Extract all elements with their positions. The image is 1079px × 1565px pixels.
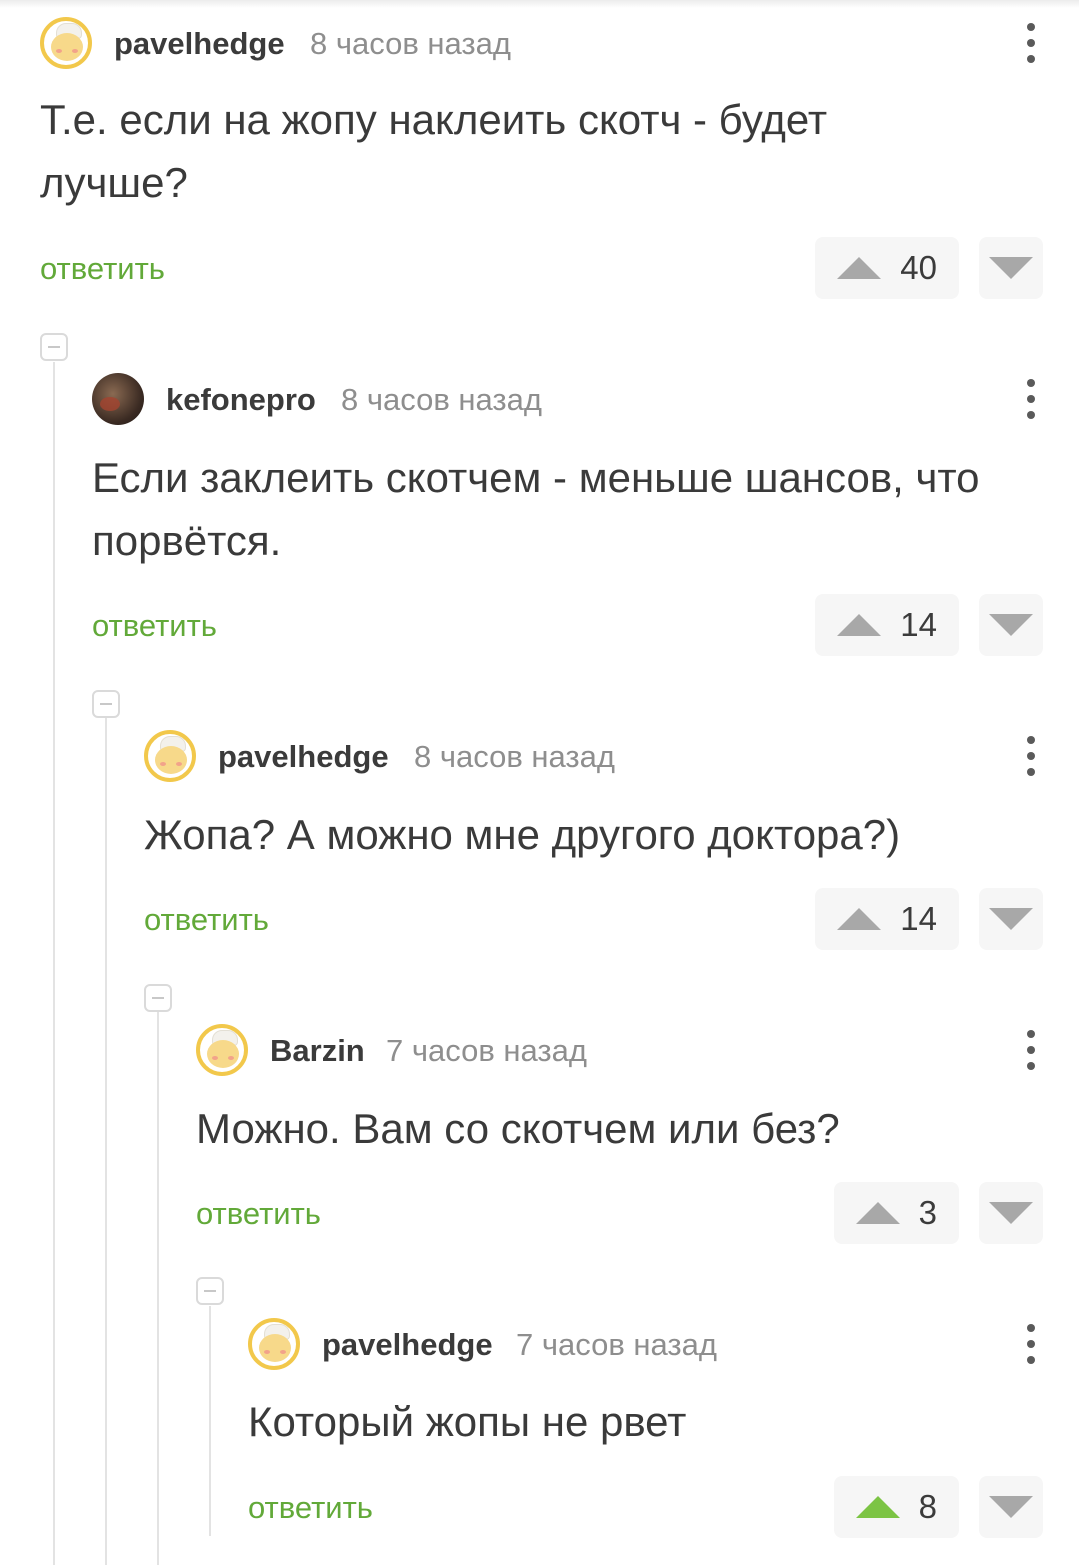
vote-score: 14	[900, 606, 937, 643]
downvote-button[interactable]	[979, 888, 1043, 950]
comment-header: pavelhedge 8 часов назад	[40, 15, 1043, 71]
timestamp[interactable]: 7 часов назад	[386, 1033, 587, 1069]
downvote-arrow-icon	[989, 614, 1033, 636]
avatar[interactable]	[248, 1318, 300, 1370]
more-options-icon[interactable]	[1019, 19, 1043, 67]
comment-header: pavelhedge 8 часов назад	[144, 728, 1043, 784]
upvote-arrow-icon	[856, 1202, 900, 1224]
comment-header: Barzin 7 часов назад	[196, 1022, 1043, 1078]
more-options-icon[interactable]	[1019, 1320, 1043, 1368]
downvote-button[interactable]	[979, 1476, 1043, 1538]
avatar[interactable]	[92, 373, 144, 425]
upvote-button[interactable]: 14	[815, 888, 959, 950]
reply-button[interactable]: ответить	[92, 608, 217, 644]
username[interactable]: pavelhedge	[322, 1327, 493, 1363]
timestamp[interactable]: 8 часов назад	[341, 382, 542, 418]
upvote-button[interactable]: 3	[834, 1182, 959, 1244]
collapse-thread-button[interactable]	[92, 690, 120, 718]
comment-header: pavelhedge 7 часов назад	[248, 1316, 1043, 1372]
comment: pavelhedge 8 часов назад Жопа? А можно м…	[144, 728, 1043, 958]
downvote-arrow-icon	[989, 1496, 1033, 1518]
more-options-icon[interactable]	[1019, 732, 1043, 780]
avatar[interactable]	[196, 1024, 248, 1076]
upvote-button[interactable]: 14	[815, 594, 959, 656]
upvote-arrow-icon	[837, 614, 881, 636]
thread-line	[209, 1306, 211, 1536]
upvote-arrow-icon	[837, 908, 881, 930]
username[interactable]: Barzin	[270, 1033, 365, 1069]
collapse-thread-button[interactable]	[196, 1277, 224, 1305]
comment-header: kefonepro 8 часов назад	[92, 371, 1043, 427]
username[interactable]: pavelhedge	[114, 26, 285, 62]
username[interactable]: pavelhedge	[218, 739, 389, 775]
timestamp[interactable]: 8 часов назад	[414, 739, 615, 775]
downvote-button[interactable]	[979, 1182, 1043, 1244]
reply-button[interactable]: ответить	[144, 902, 269, 938]
comment-text: Который жопы не рвет	[248, 1398, 687, 1445]
upvote-button[interactable]: 40	[815, 237, 959, 299]
comment: pavelhedge 8 часов назад Т.е. если на жо…	[40, 15, 1043, 305]
collapse-thread-button[interactable]	[40, 333, 68, 361]
downvote-arrow-icon	[989, 257, 1033, 279]
comment-text: Можно. Вам со скотчем или без?	[196, 1105, 840, 1152]
reply-button[interactable]: ответить	[40, 251, 165, 287]
comment-text: Т.е. если на жопу наклеить скотч - будет…	[40, 96, 828, 206]
timestamp[interactable]: 8 часов назад	[310, 26, 511, 62]
vote-score: 40	[900, 249, 937, 286]
reply-button[interactable]: ответить	[248, 1490, 373, 1526]
comment-text: Жопа? А можно мне другого доктора?)	[144, 811, 901, 858]
comment: kefonepro 8 часов назад Если заклеить ск…	[92, 371, 1043, 661]
username[interactable]: kefonepro	[166, 382, 316, 418]
downvote-arrow-icon	[989, 1202, 1033, 1224]
more-options-icon[interactable]	[1019, 375, 1043, 423]
more-options-icon[interactable]	[1019, 1026, 1043, 1074]
comment: pavelhedge 7 часов назад Который жопы не…	[248, 1316, 1043, 1546]
collapse-thread-button[interactable]	[144, 984, 172, 1012]
thread-line	[157, 1012, 159, 1565]
downvote-arrow-icon	[989, 908, 1033, 930]
upvote-button[interactable]: 8	[834, 1476, 959, 1538]
comment-text: Если заклеить скотчем - меньше шансов, ч…	[92, 454, 980, 564]
upvote-arrow-icon	[837, 257, 881, 279]
avatar[interactable]	[144, 730, 196, 782]
comment: Barzin 7 часов назад Можно. Вам со скотч…	[196, 1022, 1043, 1252]
timestamp[interactable]: 7 часов назад	[516, 1327, 717, 1363]
downvote-button[interactable]	[979, 237, 1043, 299]
vote-score: 8	[918, 1488, 937, 1525]
vote-score: 3	[918, 1194, 937, 1231]
avatar[interactable]	[40, 17, 92, 69]
reply-button[interactable]: ответить	[196, 1196, 321, 1232]
upvote-arrow-icon	[856, 1496, 900, 1518]
thread-line	[53, 362, 55, 1565]
thread-line	[105, 718, 107, 1565]
vote-score: 14	[900, 900, 937, 937]
downvote-button[interactable]	[979, 594, 1043, 656]
top-shadow	[0, 0, 1079, 8]
